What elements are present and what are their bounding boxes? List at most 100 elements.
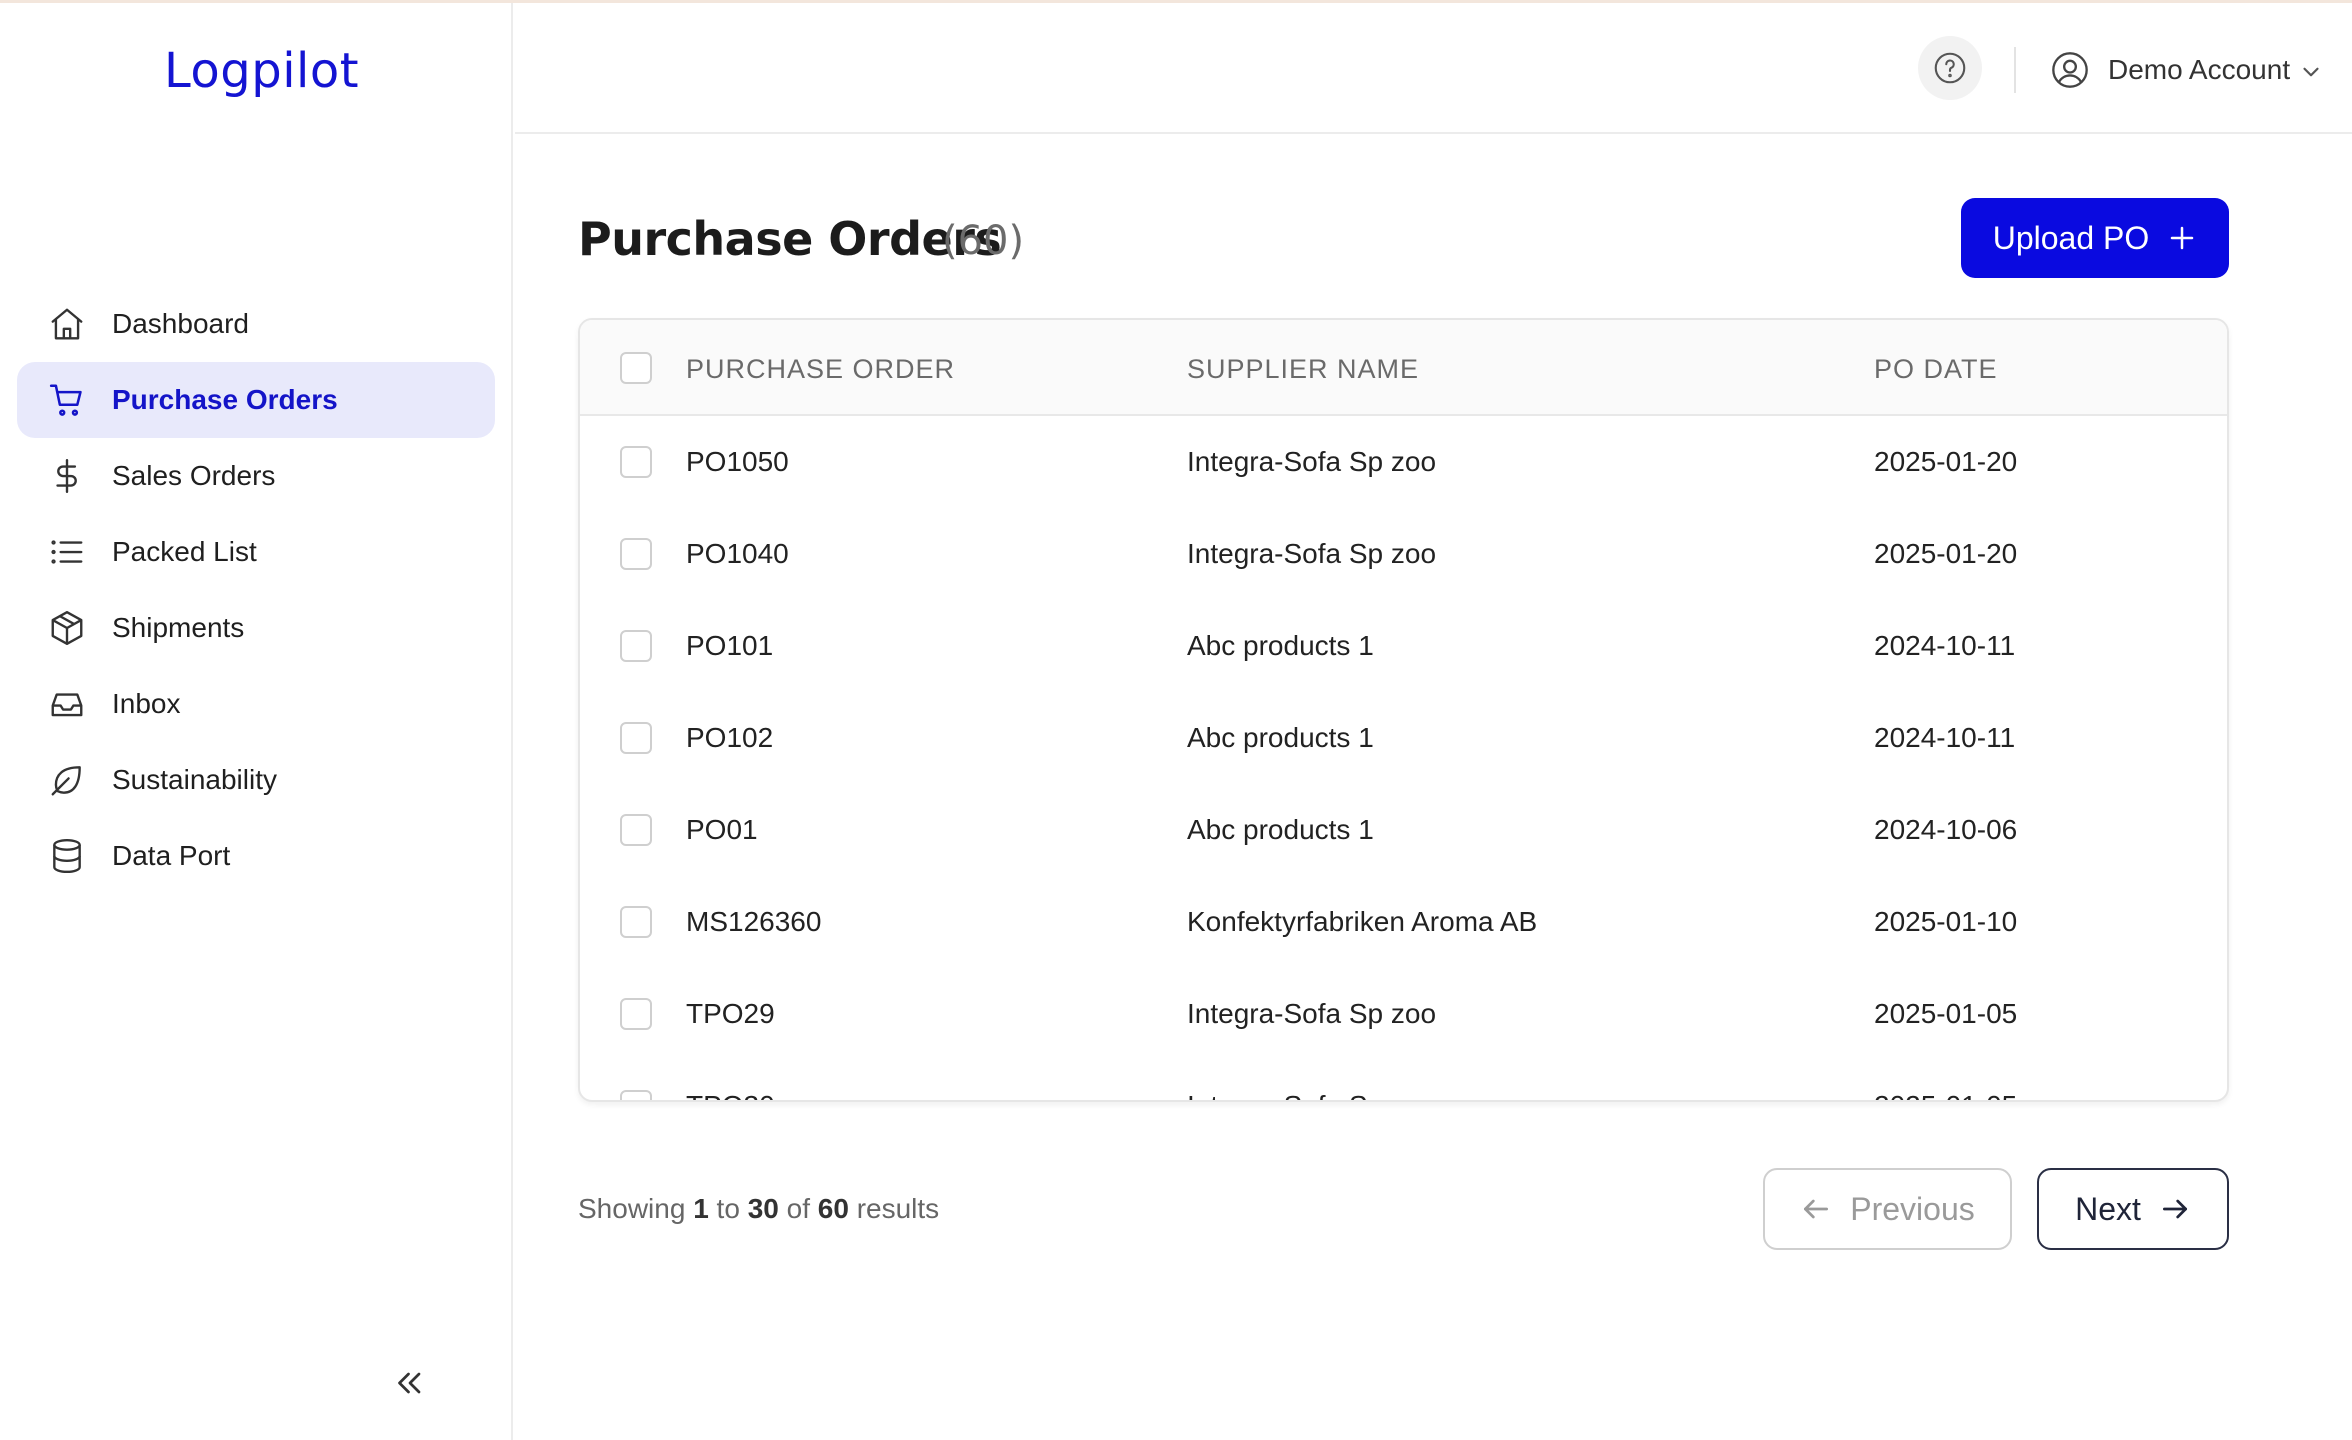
table-row[interactable]: PO102 Abc products 1 2024-10-11 [580,692,2227,784]
sidebar-nav: Dashboard Purchase Orders Sales Orders P… [17,286,495,894]
table-row[interactable]: PO1040 Integra-Sofa Sp zoo 2025-01-20 [580,508,2227,600]
help-icon [1934,52,1966,84]
account-menu[interactable]: Demo Account [2050,47,2324,93]
cell-purchase-order: PO1050 [686,446,789,477]
cart-icon [47,380,87,420]
cell-supplier-name: Integra-Sofa Sp zoo [1187,446,1437,477]
column-header-supplier-name[interactable]: SUPPLIER NAME [1187,354,1419,385]
row-checkbox[interactable] [620,998,652,1030]
cell-po-date: 2024-10-11 [1874,722,2016,753]
header-divider [2014,47,2016,93]
column-header-purchase-order[interactable]: PURCHASE ORDER [686,354,955,385]
row-checkbox[interactable] [620,814,652,846]
upload-po-button[interactable]: Upload PO [1961,198,2229,278]
table-row[interactable]: PO1050 Integra-Sofa Sp zoo 2025-01-20 [580,416,2227,508]
sidebar-item-label: Sales Orders [112,460,276,491]
top-header: Demo Account [515,3,2352,134]
cell-purchase-order: PO1040 [686,538,789,569]
range-to: 30 [747,1193,779,1224]
cell-supplier-name: Abc products 1 [1187,814,1374,845]
list-icon [47,532,87,572]
table-row[interactable]: PO01 Abc products 1 2024-10-06 [580,784,2227,876]
row-checkbox[interactable] [620,906,652,938]
table-row[interactable]: MS126360 Konfektyrfabriken Aroma AB 2025-0… [580,876,2227,968]
next-page-button[interactable]: Next [2037,1168,2229,1250]
sidebar-item-dashboard[interactable]: Dashboard [17,286,495,362]
cell-po-date: 2025-01-05 [1874,1090,2017,1100]
row-checkbox[interactable] [620,446,652,478]
chevrons-left-icon [398,1372,421,1394]
cell-purchase-order: PO01 [686,814,758,845]
database-icon [47,836,87,876]
range-from: 1 [693,1193,709,1224]
table-row[interactable]: TPO29 Integra-Sofa Sp zoo 2025-01-05 [580,968,2227,1060]
sidebar-item-shipments[interactable]: Shipments [17,590,495,666]
row-checkbox[interactable] [620,1090,652,1100]
column-header-po-date[interactable]: PO DATE [1874,354,1998,385]
row-checkbox[interactable] [620,630,652,662]
previous-page-button[interactable]: Previous [1763,1168,2012,1250]
cell-po-date: 2025-01-20 [1874,446,2018,477]
page-title-count: (60) [942,218,1025,264]
previous-label: Previous [1850,1190,1975,1227]
row-checkbox[interactable] [620,538,652,570]
sidebar-item-sales-orders[interactable]: Sales Orders [17,438,495,514]
pagination-summary: Showing 1 to 30 of 60 results [578,1193,939,1225]
sidebar-item-label: Sustainability [112,764,277,795]
row-checkbox[interactable] [620,722,652,754]
sidebar-item-label: Data Port [112,840,231,871]
arrow-right-icon [2162,1199,2187,1219]
select-all-checkbox[interactable] [620,352,652,384]
sidebar-item-label: Packed List [112,536,257,567]
account-name: Demo Account [2108,54,2291,85]
cell-supplier-name: Integra-Sofa Sp zoo [1187,1090,1436,1100]
purchase-orders-table: PURCHASE ORDER SUPPLIER NAME PO DATE PO1… [578,318,2229,1102]
inbox-icon [47,684,87,724]
help-button[interactable] [1918,36,1982,100]
sidebar-item-inbox[interactable]: Inbox [17,666,495,742]
sidebar-item-label: Dashboard [112,308,249,339]
cell-purchase-order: TPO30 [686,1090,775,1100]
home-icon [47,304,87,344]
of-word: of [786,1193,810,1224]
next-label: Next [2075,1190,2141,1227]
sidebar-item-purchase-orders[interactable]: Purchase Orders [17,362,495,438]
cell-po-date: 2024-10-11 [1874,630,2016,661]
sidebar-item-data-port[interactable]: Data Port [17,818,495,894]
cell-purchase-order: PO102 [686,722,774,753]
sidebar-item-packed-list[interactable]: Packed List [17,514,495,590]
sidebar-item-label: Purchase Orders [112,384,338,415]
cell-purchase-order: TPO29 [686,998,775,1029]
sidebar: Logpilot Dashboard Purchase Orders Sales… [0,3,513,1440]
cell-supplier-name: Konfektyrfabriken Aroma AB [1187,906,1538,937]
user-circle-icon [2052,52,2088,88]
results-word: results [856,1193,940,1224]
arrow-left-icon [1804,1199,1829,1219]
cell-supplier-name: Abc products 1 [1187,722,1374,753]
cell-po-date: 2025-01-10 [1874,906,2018,937]
showing-prefix: Showing [578,1193,686,1224]
cell-supplier-name: Integra-Sofa Sp zoo [1187,998,1437,1029]
cell-po-date: 2024-10-06 [1874,814,2018,845]
sidebar-item-label: Inbox [112,688,181,719]
chevron-down-icon [2303,67,2319,77]
sidebar-item-sustainability[interactable]: Sustainability [17,742,495,818]
cell-po-date: 2025-01-05 [1874,998,2018,1029]
plus-icon [2171,226,2194,250]
cell-purchase-order: PO101 [686,630,774,661]
cell-po-date: 2025-01-20 [1874,538,2018,569]
table-row[interactable]: TPO30 Integra-Sofa Sp zoo 2025-01-05 [580,1060,2227,1100]
cell-supplier-name: Abc products 1 [1187,630,1374,661]
box-icon [47,608,87,648]
dollar-icon [47,456,87,496]
total-results: 60 [817,1193,849,1224]
table-row[interactable]: PO101 Abc products 1 2024-10-11 [580,600,2227,692]
table-header: PURCHASE ORDER SUPPLIER NAME PO DATE [580,320,2227,416]
to-word: to [716,1193,740,1224]
collapse-sidebar-button[interactable] [392,1365,432,1405]
leaf-icon [47,760,87,800]
sidebar-item-label: Shipments [112,612,245,643]
cell-supplier-name: Integra-Sofa Sp zoo [1187,538,1437,569]
app-logo[interactable]: Logpilot [164,43,359,99]
cell-purchase-order: MS126360 [686,906,822,937]
